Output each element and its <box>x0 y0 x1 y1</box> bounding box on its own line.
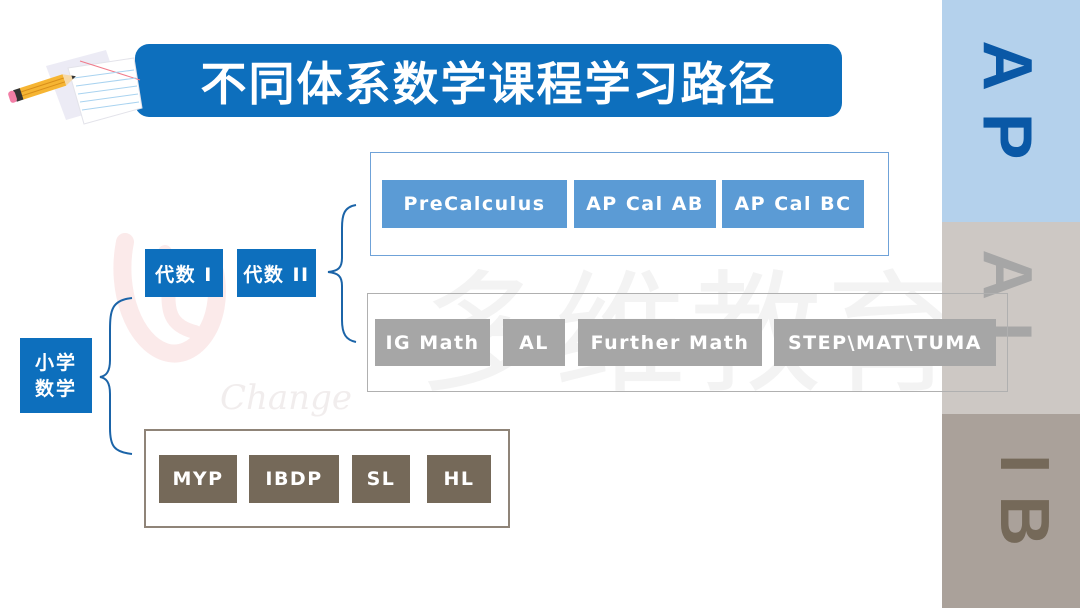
ib-course-ibdp: IBDP <box>249 455 339 503</box>
al-course-step-mat-tuma: STEP\MAT\TUMA <box>774 319 996 366</box>
pencil-paper-icon <box>8 50 143 125</box>
side-label-ib: IB <box>986 454 1064 568</box>
root-line-2: 数学 <box>34 377 77 400</box>
page-title: 不同体系数学课程学习路径 <box>200 56 777 111</box>
primary-math-box: 小学 数学 <box>20 338 92 413</box>
side-band-ib: IB <box>942 414 1080 608</box>
algebra-1-box: 代数 I <box>145 249 223 297</box>
ib-course-hl: HL <box>427 455 491 503</box>
al-course-further-math: Further Math <box>578 319 762 366</box>
title-banner: 不同体系数学课程学习路径 <box>135 44 842 117</box>
algebra-brace <box>327 204 357 343</box>
ib-course-sl: SL <box>352 455 410 503</box>
root-line-1: 小学 <box>34 351 77 374</box>
side-label-ap: AP <box>968 40 1047 182</box>
ib-course-myp: MYP <box>159 455 237 503</box>
side-band-ap: AP <box>942 0 1080 222</box>
al-course-ig-math: IG Math <box>375 319 490 366</box>
ap-course-cal-bc: AP Cal BC <box>722 180 864 228</box>
al-course-al: AL <box>503 319 565 366</box>
algebra-2-box: 代数 II <box>237 249 316 297</box>
ap-course-precalculus: PreCalculus <box>382 180 567 228</box>
ap-course-cal-ab: AP Cal AB <box>574 180 716 228</box>
watermark-subtext: Change <box>220 378 352 418</box>
